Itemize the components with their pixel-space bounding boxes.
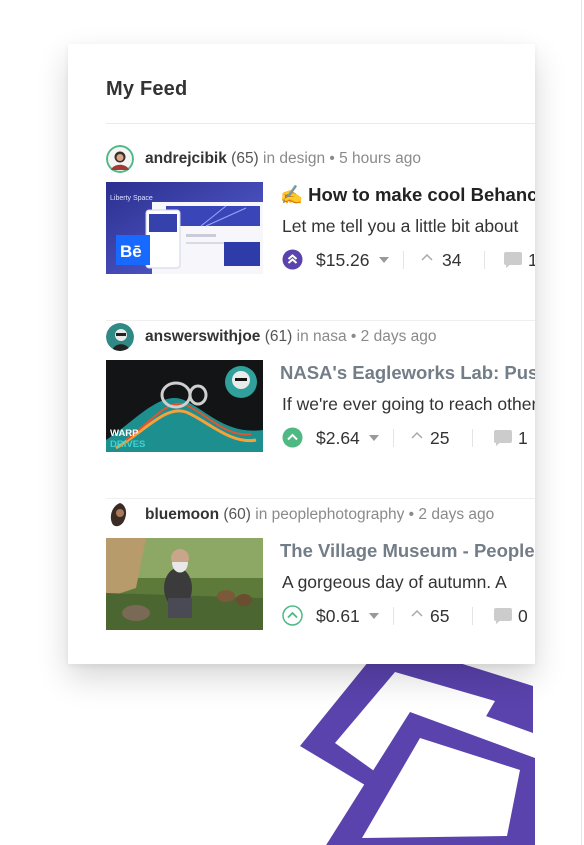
upvote-icon[interactable] xyxy=(282,249,303,270)
comment-icon[interactable] xyxy=(504,252,522,268)
divider xyxy=(484,251,485,269)
votes-count[interactable]: 25 xyxy=(430,425,449,451)
votes-count[interactable]: 65 xyxy=(430,603,449,629)
post-excerpt[interactable]: A gorgeous day of autumn. A xyxy=(282,570,535,594)
post-stats: $0.61 65 0 xyxy=(282,603,535,629)
feed-post: answerswithjoe (61) in nasa • 2 days ago… xyxy=(106,323,535,499)
votes-count[interactable]: 34 xyxy=(442,247,461,273)
post-thumbnail[interactable]: WARP DRIVES xyxy=(106,360,263,452)
comment-count[interactable]: 1 xyxy=(528,247,535,273)
author-link[interactable]: answerswithjoe xyxy=(145,328,260,345)
divider xyxy=(106,498,535,499)
avatar[interactable] xyxy=(106,501,134,529)
reputation: (60) xyxy=(223,506,251,523)
comment-icon[interactable] xyxy=(494,608,512,624)
reputation: (61) xyxy=(264,328,293,345)
comment-icon[interactable] xyxy=(494,430,512,446)
post-excerpt[interactable]: Let me tell you a little bit about xyxy=(282,214,535,238)
thumb-text: Liberty Space xyxy=(110,195,153,202)
votes-icon[interactable] xyxy=(421,251,433,263)
post-context[interactable]: in nasa • 2 days ago xyxy=(292,328,437,345)
author-link[interactable]: andrejcibik xyxy=(145,150,227,167)
post-thumbnail[interactable] xyxy=(106,538,263,630)
comment-count[interactable]: 0 xyxy=(518,603,528,629)
post-context[interactable]: in peoplephotography • 2 days ago xyxy=(251,506,494,523)
divider xyxy=(393,607,394,625)
payout-value[interactable]: $15.26 xyxy=(316,247,370,273)
feed-post: andrejcibik (65) in design • 5 hours ago xyxy=(106,145,535,321)
post-context[interactable]: in design • 5 hours ago xyxy=(259,150,421,167)
divider xyxy=(393,429,394,447)
upvote-icon[interactable] xyxy=(282,427,303,448)
author-link[interactable]: bluemoon xyxy=(145,506,219,523)
post-byline: andrejcibik (65) in design • 5 hours ago xyxy=(145,145,421,173)
divider xyxy=(472,607,473,625)
post-stats: $15.26 34 1 xyxy=(282,247,535,273)
divider xyxy=(403,251,404,269)
upvote-icon[interactable] xyxy=(282,605,303,626)
thumb-text: WARP xyxy=(110,428,139,439)
votes-icon[interactable] xyxy=(411,607,423,619)
caret-down-icon[interactable] xyxy=(369,613,379,619)
reputation: (65) xyxy=(231,150,259,167)
payout-value[interactable]: $2.64 xyxy=(316,425,360,451)
feed-post: bluemoon (60) in peoplephotography • 2 d… xyxy=(106,501,535,664)
caret-down-icon[interactable] xyxy=(379,257,389,263)
votes-icon[interactable] xyxy=(411,429,423,441)
feed-card: My Feed andrejcibik (65) in design • 5 h… xyxy=(68,44,535,664)
payout-value[interactable]: $0.61 xyxy=(316,603,360,629)
comment-count[interactable]: 1 xyxy=(518,425,528,451)
feed-title: My Feed xyxy=(106,78,188,100)
post-byline: bluemoon (60) in peoplephotography • 2 d… xyxy=(145,501,494,529)
avatar[interactable] xyxy=(106,323,134,351)
divider xyxy=(472,429,473,447)
thumb-text: DRIVES xyxy=(110,439,145,450)
post-title[interactable]: NASA's Eagleworks Lab: Pushing xyxy=(280,360,535,386)
post-byline: answerswithjoe (61) in nasa • 2 days ago xyxy=(145,323,437,351)
caret-down-icon[interactable] xyxy=(369,435,379,441)
post-title[interactable]: ✍️ How to make cool Behance xyxy=(280,182,535,208)
post-title[interactable]: The Village Museum - People xyxy=(280,538,535,564)
post-excerpt[interactable]: If we're ever going to reach other xyxy=(282,392,535,416)
divider xyxy=(106,320,535,321)
behance-logo-text: Bē xyxy=(120,242,142,261)
divider xyxy=(106,123,535,124)
avatar[interactable] xyxy=(106,145,134,173)
post-stats: $2.64 25 1 xyxy=(282,425,535,451)
page-right-border xyxy=(581,0,582,845)
post-thumbnail[interactable]: Liberty Space Bē xyxy=(106,182,263,274)
